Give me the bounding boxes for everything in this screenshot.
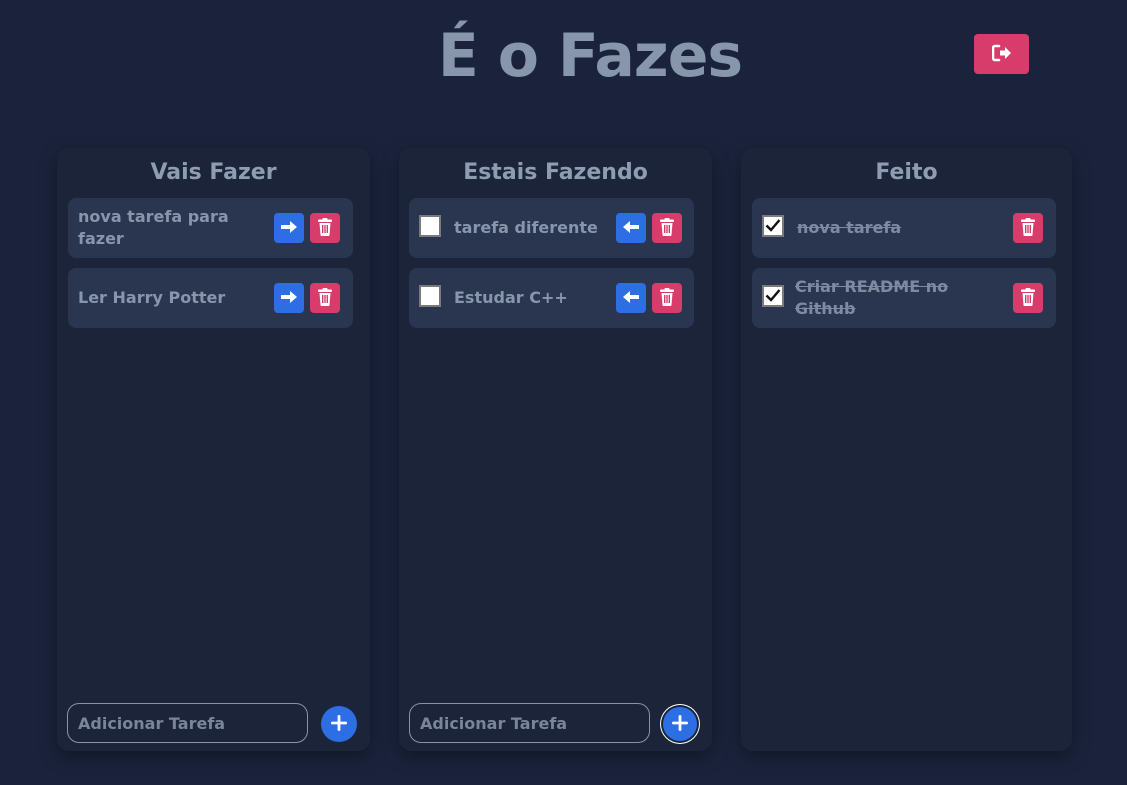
arrow-left-icon [622,290,640,307]
task-checkbox[interactable] [419,215,441,237]
add-task-button[interactable] [321,706,357,742]
app-root: É o Fazes Vais Fazer nova tarefa para fa… [0,0,1127,785]
delete-button[interactable] [652,283,682,313]
add-task-button[interactable] [663,707,697,741]
trash-icon [1021,287,1035,309]
task-text: nova tarefa para fazer [78,207,229,248]
column-done: Feito nova tarefa Criar README no Github [741,148,1072,751]
delete-button[interactable] [310,283,340,313]
add-task-input[interactable] [409,703,650,743]
task-card: Ler Harry Potter [68,268,353,328]
task-text: Estudar C++ [454,288,568,307]
delete-button[interactable] [310,213,340,243]
task-card: nova tarefa [752,198,1056,258]
task-card: nova tarefa para fazer [68,198,353,258]
trash-icon [318,217,332,239]
task-card: Criar README no Github [752,268,1056,328]
column-doing: Estais Fazendo tarefa diferente Estudar … [399,148,712,751]
task-text: nova tarefa [797,218,902,237]
trash-icon [660,287,674,309]
arrow-right-icon [280,290,298,307]
arrow-left-icon [622,220,640,237]
task-card: Estudar C++ [409,268,694,328]
task-card: tarefa diferente [409,198,694,258]
move-left-button[interactable] [616,213,646,243]
plus-icon [330,714,348,735]
task-text: Ler Harry Potter [78,288,226,307]
checkmark-icon [765,287,781,306]
delete-button[interactable] [1013,213,1043,243]
move-right-button[interactable] [274,213,304,243]
move-right-button[interactable] [274,283,304,313]
plus-icon [671,714,689,735]
trash-icon [318,287,332,309]
task-checkbox[interactable] [419,285,441,307]
logout-button[interactable] [974,34,1029,74]
task-checkbox-checked[interactable] [762,285,784,307]
column-title: Estais Fazendo [463,160,648,185]
sign-out-icon [991,44,1012,65]
checkmark-icon [765,217,781,236]
task-text: tarefa diferente [454,218,598,237]
arrow-right-icon [280,220,298,237]
column-title: Vais Fazer [150,160,277,185]
column-todo: Vais Fazer nova tarefa para fazer Ler Ha… [57,148,370,751]
trash-icon [1021,217,1035,239]
page-title: É o Fazes [437,21,743,91]
move-left-button[interactable] [616,283,646,313]
task-checkbox-checked[interactable] [762,215,784,237]
delete-button[interactable] [1013,283,1043,313]
trash-icon [660,217,674,239]
column-title: Feito [875,160,938,185]
delete-button[interactable] [652,213,682,243]
add-task-input[interactable] [67,703,308,743]
task-text: Criar README no Github [795,277,949,318]
